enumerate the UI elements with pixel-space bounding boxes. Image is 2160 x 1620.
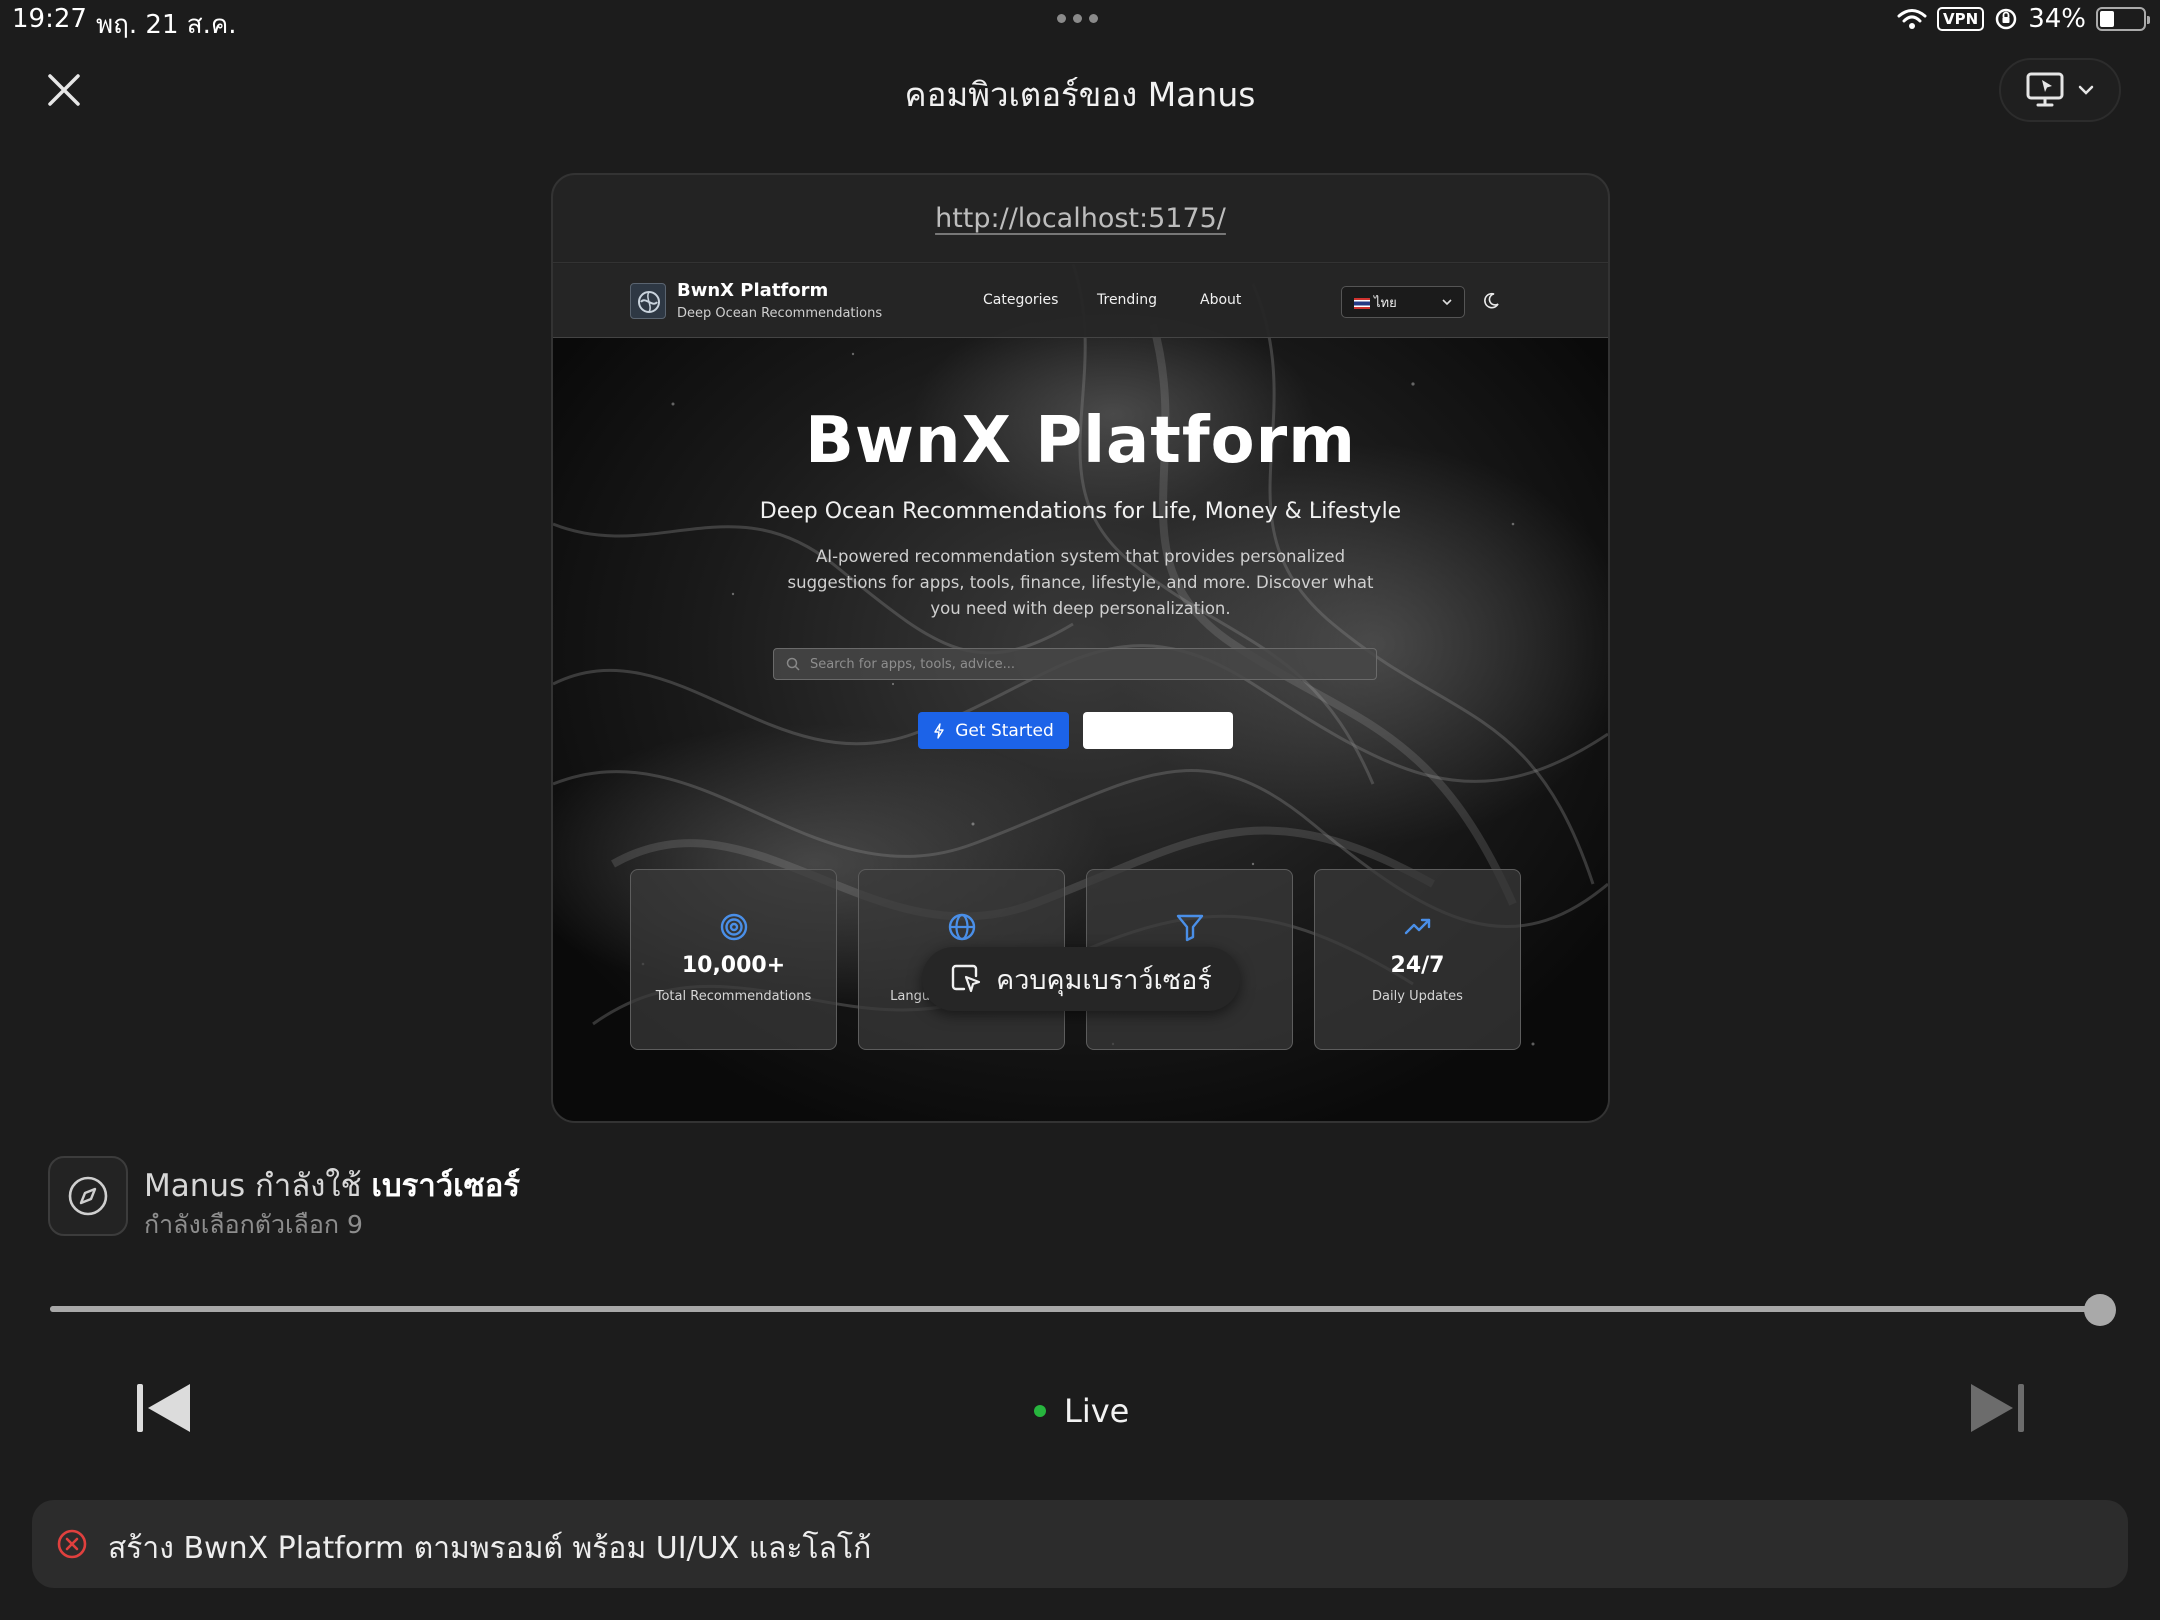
browser-preview: http://localhost:5175/ BwnX Platform Dee… xyxy=(551,173,1610,1123)
battery-icon xyxy=(2096,7,2150,31)
lightning-icon xyxy=(934,722,944,739)
error-circle-icon xyxy=(57,1529,87,1559)
get-started-label: Get Started xyxy=(955,720,1054,741)
task-title: สร้าง BwnX Platform ตามพรอมต์ พร้อม UI/U… xyxy=(108,1531,872,1566)
url-text[interactable]: http://localhost:5175/ xyxy=(935,203,1226,234)
brand-subtitle: Deep Ocean Recommendations xyxy=(677,306,883,321)
chevron-down-icon xyxy=(1442,298,1452,305)
filter-icon xyxy=(1176,914,1203,942)
search-icon xyxy=(786,657,800,671)
chevron-down-icon xyxy=(2078,85,2094,95)
skip-back-icon[interactable] xyxy=(134,1381,194,1435)
app-root: 19:27 พฤ. 21 ส.ค. VPN 34% คอมพิวเตอร์ของ… xyxy=(0,0,2160,1620)
control-browser-label: ควบคุมเบราว์เซอร์ xyxy=(996,964,1212,996)
nav-link-about[interactable]: About xyxy=(1200,292,1241,308)
search-placeholder: Search for apps, tools, advice... xyxy=(810,656,1016,672)
hero-title: BwnX Platform xyxy=(805,404,1356,478)
status-time: 19:27 xyxy=(12,4,87,34)
cursor-window-icon xyxy=(951,964,981,993)
language-value: ไทย xyxy=(1374,295,1397,311)
battery-percent: 34% xyxy=(2028,4,2086,34)
playback-progress[interactable] xyxy=(50,1306,2100,1312)
stat-label: Total Recommendations xyxy=(655,989,812,1004)
wifi-icon xyxy=(1897,9,1927,29)
stat-card-updates: 24/7 Daily Updates xyxy=(1314,869,1521,1050)
nav-link-trending[interactable]: Trending xyxy=(1097,292,1157,308)
orientation-lock-icon xyxy=(1995,8,2017,30)
secondary-button[interactable] xyxy=(1083,712,1233,749)
task-bar[interactable]: สร้าง BwnX Platform ตามพรอมต์ พร้อม UI/U… xyxy=(32,1500,2128,1588)
browser-tool-icon xyxy=(48,1156,128,1236)
language-select[interactable]: ไทย xyxy=(1341,286,1465,318)
target-icon xyxy=(720,913,747,941)
live-indicator[interactable]: Live xyxy=(1034,1392,1129,1430)
status-indicators: VPN 34% xyxy=(1897,4,2150,34)
trending-up-icon xyxy=(1404,918,1430,935)
agent-action: กำลังเลือกตัวเลือก 9 xyxy=(144,1210,363,1239)
agent-tool-name: เบราว์เซอร์ xyxy=(371,1168,521,1204)
url-bar: http://localhost:5175/ xyxy=(553,175,1608,263)
logo-icon xyxy=(638,291,660,313)
site-navbar: BwnX Platform Deep Ocean Recommendations… xyxy=(553,264,1608,338)
hero-description: AI-powered recommendation system that pr… xyxy=(787,547,1374,618)
agent-status: Manus กำลังใช้ เบราว์เซอร์ xyxy=(144,1160,520,1210)
site-logo[interactable] xyxy=(630,283,666,319)
globe-icon xyxy=(948,913,975,941)
live-label: Live xyxy=(1064,1392,1130,1430)
brand-name[interactable]: BwnX Platform xyxy=(677,280,828,301)
page-title: คอมพิวเตอร์ของ Manus xyxy=(904,75,1256,114)
thai-flag-icon xyxy=(1354,297,1370,309)
search-input[interactable]: Search for apps, tools, advice... xyxy=(773,648,1377,680)
status-date: พฤ. 21 ส.ค. xyxy=(96,10,237,40)
live-dot-icon xyxy=(1034,1405,1046,1417)
moon-icon[interactable] xyxy=(1481,291,1501,311)
nav-link-categories[interactable]: Categories xyxy=(983,292,1058,308)
get-started-button[interactable]: Get Started xyxy=(918,712,1069,749)
compass-icon xyxy=(68,1176,108,1216)
vpn-badge: VPN xyxy=(1937,7,1985,31)
control-browser-button[interactable]: ควบคุมเบราว์เซอร์ xyxy=(922,947,1240,1011)
stat-value: 24/7 xyxy=(1390,953,1445,978)
stat-label: Daily Updates xyxy=(1372,989,1463,1004)
monitor-cursor-icon xyxy=(2026,72,2064,107)
status-bar: 19:27 พฤ. 21 ส.ค. VPN 34% xyxy=(0,0,2160,40)
stat-value: 10,000+ xyxy=(681,953,786,978)
progress-thumb[interactable] xyxy=(2084,1294,2116,1326)
view-switch-button[interactable] xyxy=(1999,58,2121,122)
multitasking-dots-icon[interactable] xyxy=(1057,14,1098,23)
stat-card-recommendations: 10,000+ Total Recommendations xyxy=(630,869,837,1050)
agent-status-prefix: Manus กำลังใช้ xyxy=(144,1168,372,1204)
skip-forward-icon[interactable] xyxy=(1967,1381,2027,1435)
hero-subtitle: Deep Ocean Recommendations for Life, Mon… xyxy=(759,499,1402,524)
